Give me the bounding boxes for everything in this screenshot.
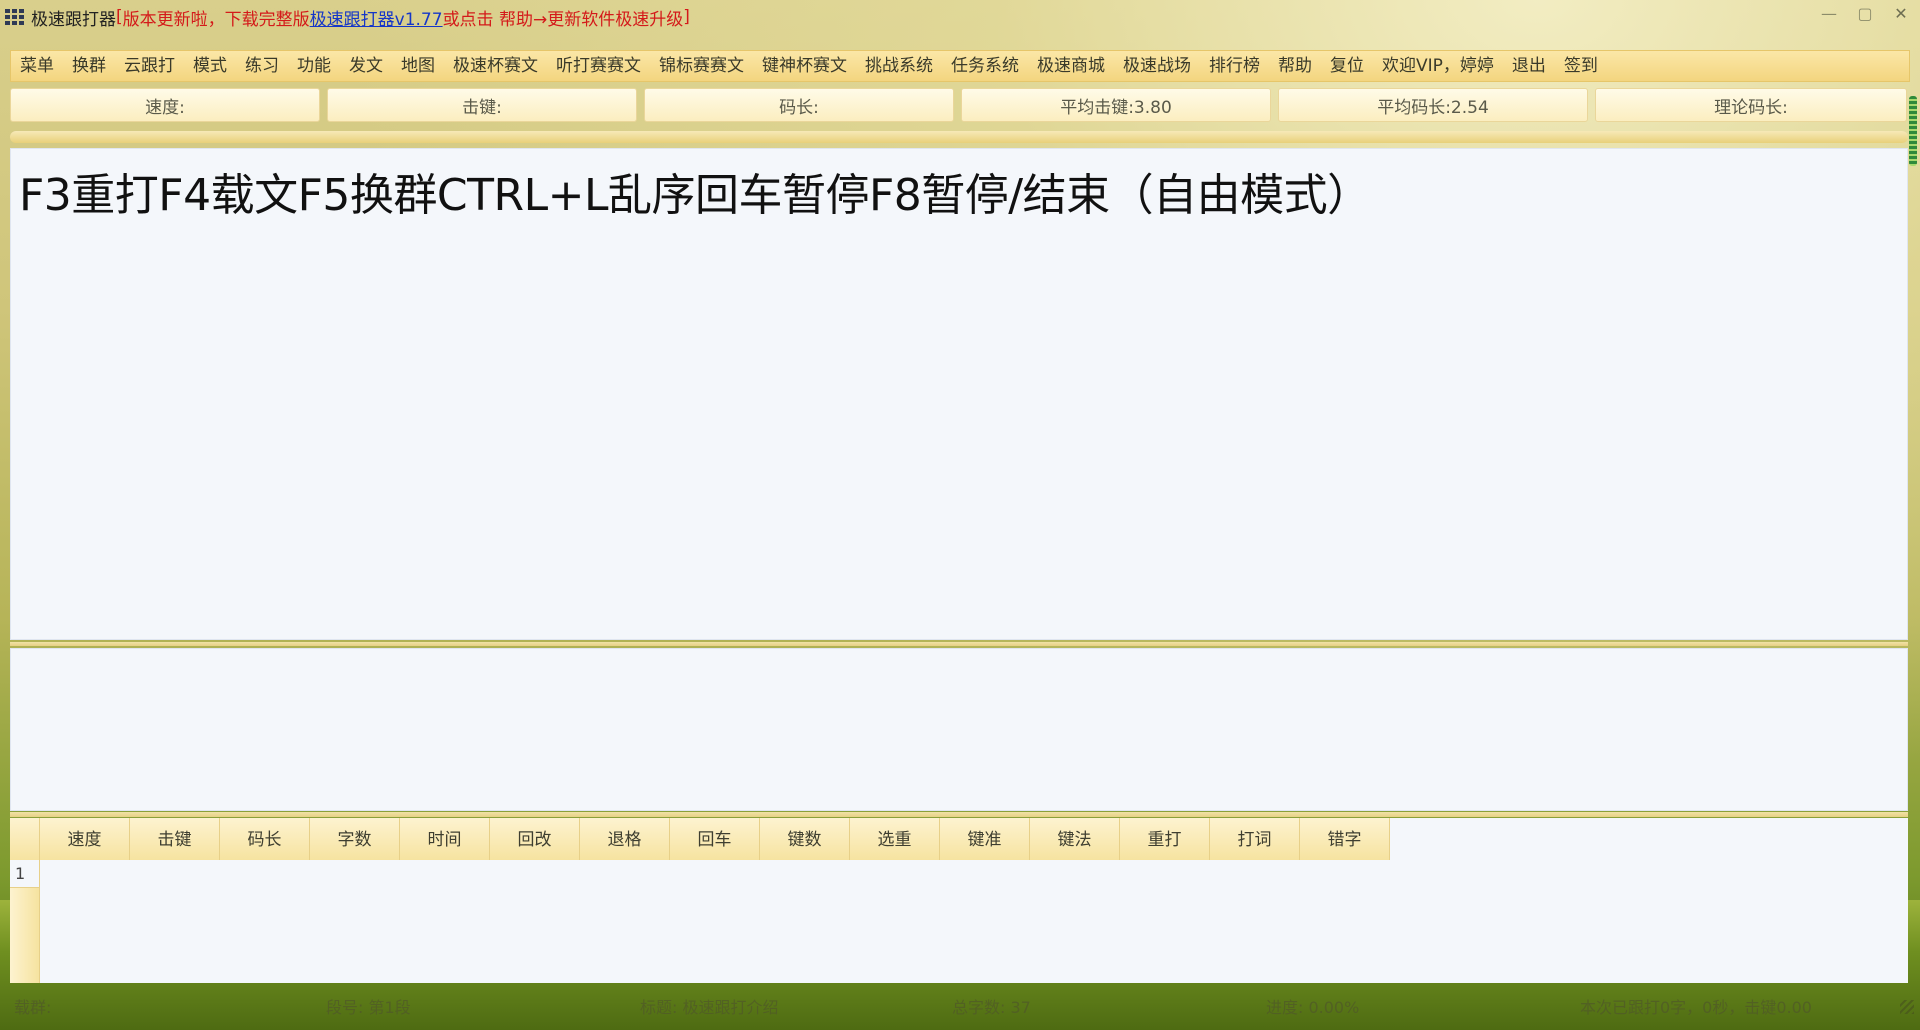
close-icon[interactable]: ✕	[1890, 4, 1912, 23]
table-row-number[interactable]: 1	[10, 860, 39, 888]
col-code-length[interactable]: 码长	[220, 818, 310, 860]
stat-avg-keystroke: 平均击键:3.80	[961, 88, 1271, 122]
stats-bar: 速度: 击键: 码长: 平均击键:3.80 平均码长:2.54 理论码长:	[10, 88, 1910, 122]
status-session-summary: 本次已跟打0字，0秒，击键0.00	[1580, 998, 1812, 1017]
maximize-icon[interactable]: ▢	[1854, 4, 1876, 23]
reference-text: F3重打F4载文F5换群CTRL+L乱序回车暂停F8暂停/结束（自由模式）	[19, 170, 1371, 221]
menu-item-battlefield[interactable]: 极速战场	[1114, 51, 1200, 81]
col-selection[interactable]: 选重	[850, 818, 940, 860]
stat-theory-code-length: 理论码长:	[1595, 88, 1907, 122]
table-header-filler	[1390, 818, 1908, 860]
status-bar: 载群: 段号: 第1段 标题: 极速跟打介绍 总字数: 37 进度: 0.00%…	[0, 990, 1920, 1022]
window-controls: — ▢ ✕	[1818, 4, 1912, 23]
update-notice-bracket-open: [	[116, 7, 123, 27]
results-table: 速度 击键 码长 字数 时间 回改 退格 回车 键数 选重 键准 键法 重打 打…	[10, 818, 1908, 983]
menu-item-mode[interactable]: 模式	[184, 51, 236, 81]
col-enter[interactable]: 回车	[670, 818, 760, 860]
menu-item-checkin[interactable]: 签到	[1555, 51, 1607, 81]
window-title: 极速跟打器	[31, 9, 116, 30]
menu-item-listening-race[interactable]: 听打赛赛文	[547, 51, 650, 81]
menu-item-reset[interactable]: 复位	[1321, 51, 1373, 81]
status-progress: 进度: 0.00%	[1266, 998, 1360, 1017]
typing-input-panel[interactable]	[10, 648, 1908, 811]
status-total-chars: 总字数: 37	[952, 998, 1031, 1017]
menu-item-tasks[interactable]: 任务系统	[942, 51, 1028, 81]
side-scroll-indicator[interactable]	[1909, 96, 1917, 166]
col-key-accuracy[interactable]: 键准	[940, 818, 1030, 860]
menu-bar: 菜单 换群 云跟打 模式 练习 功能 发文 地图 极速杯赛文 听打赛赛文 锦标赛…	[10, 50, 1910, 82]
col-speed[interactable]: 速度	[40, 818, 130, 860]
menu-item-welcome-user[interactable]: 欢迎VIP，婷婷	[1373, 51, 1503, 81]
app-grid-icon[interactable]	[5, 8, 25, 26]
menu-item-keygod-cup[interactable]: 键神杯赛文	[753, 51, 856, 81]
menu-item-map[interactable]: 地图	[392, 51, 444, 81]
typing-progress-bar	[10, 131, 1908, 143]
col-char-count[interactable]: 字数	[310, 818, 400, 860]
menu-item-menu[interactable]: 菜单	[11, 51, 63, 81]
col-retype[interactable]: 重打	[1120, 818, 1210, 860]
status-segment: 段号: 第1段	[326, 998, 411, 1017]
col-wrong-chars[interactable]: 错字	[1300, 818, 1390, 860]
status-title: 标题: 极速跟打介绍	[640, 998, 779, 1017]
update-download-link[interactable]: 极速跟打器v1.77	[310, 5, 443, 30]
menu-item-leaderboard[interactable]: 排行榜	[1200, 51, 1269, 81]
stat-code-length: 码长:	[644, 88, 954, 122]
col-backspace[interactable]: 退格	[580, 818, 670, 860]
stat-keystroke: 击键:	[327, 88, 637, 122]
panel-splitter-lower[interactable]	[10, 812, 1908, 817]
results-table-header: 速度 击键 码长 字数 时间 回改 退格 回车 键数 选重 键准 键法 重打 打…	[10, 818, 1908, 860]
menu-item-shop[interactable]: 极速商城	[1028, 51, 1114, 81]
menu-item-switch-group[interactable]: 换群	[63, 51, 115, 81]
menu-item-help[interactable]: 帮助	[1269, 51, 1321, 81]
menu-item-functions[interactable]: 功能	[288, 51, 340, 81]
col-key-count[interactable]: 键数	[760, 818, 850, 860]
title-bar: 极速跟打器 [ 版本更新啦，下载完整版 极速跟打器v1.77 或点击 帮助→更新…	[0, 0, 1920, 34]
col-keystroke[interactable]: 击键	[130, 818, 220, 860]
menu-item-championship[interactable]: 锦标赛赛文	[650, 51, 753, 81]
reference-text-panel: F3重打F4载文F5换群CTRL+L乱序回车暂停F8暂停/结束（自由模式）	[10, 148, 1908, 640]
update-notice-tail: 或点击 帮助→更新软件极速升级	[442, 9, 684, 30]
menu-item-practice[interactable]: 练习	[236, 51, 288, 81]
stat-avg-code-length: 平均码长:2.54	[1278, 88, 1588, 122]
stat-speed: 速度:	[10, 88, 320, 122]
menu-item-send-text[interactable]: 发文	[340, 51, 392, 81]
menu-item-exit[interactable]: 退出	[1503, 51, 1555, 81]
menu-item-cloud-follow[interactable]: 云跟打	[115, 51, 184, 81]
resize-grip-icon[interactable]	[1900, 1000, 1914, 1014]
col-key-method[interactable]: 键法	[1030, 818, 1120, 860]
menu-item-speed-cup[interactable]: 极速杯赛文	[444, 51, 547, 81]
col-word-typing[interactable]: 打词	[1210, 818, 1300, 860]
update-notice-bracket-close: ]	[683, 7, 690, 27]
status-group: 载群:	[14, 998, 52, 1017]
update-notice-text: 版本更新啦，下载完整版	[122, 9, 310, 30]
typing-input[interactable]	[11, 649, 1907, 810]
table-corner	[10, 818, 40, 860]
col-time[interactable]: 时间	[400, 818, 490, 860]
minimize-icon[interactable]: —	[1818, 4, 1840, 23]
col-corrections[interactable]: 回改	[490, 818, 580, 860]
menu-item-challenge[interactable]: 挑战系统	[856, 51, 942, 81]
panel-splitter[interactable]	[10, 642, 1908, 646]
